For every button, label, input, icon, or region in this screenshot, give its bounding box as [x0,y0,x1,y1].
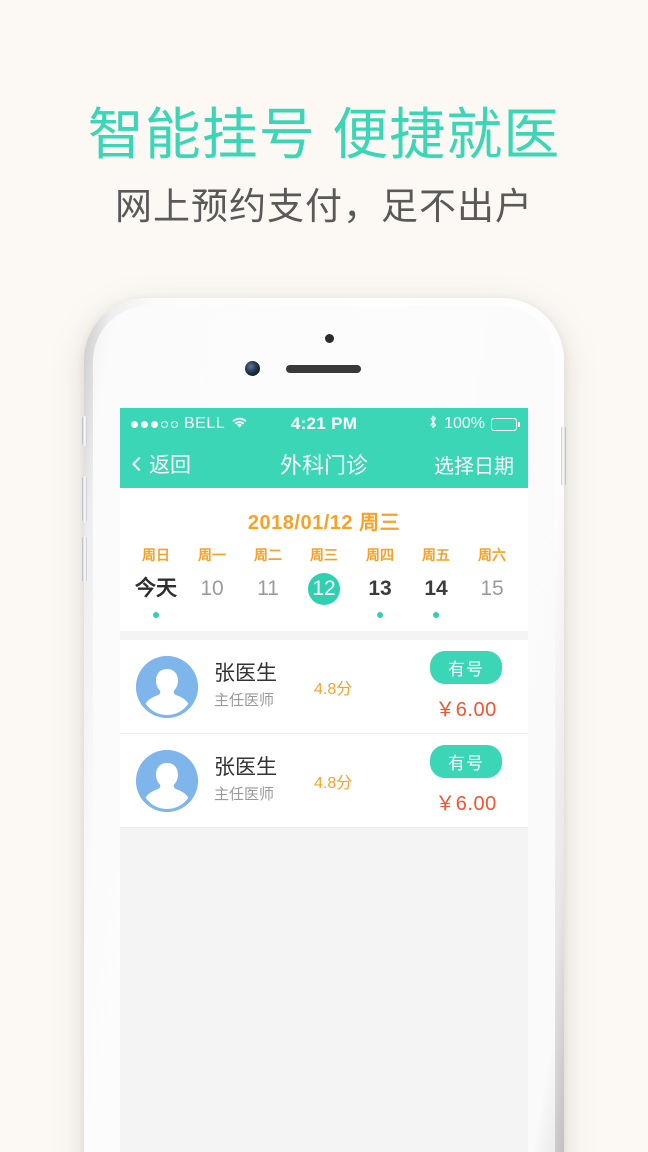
doctor-list: 张医生 主任医师 4.8分 有号 ￥6.00 张医生 主任医师 4.8分 有号 ￥6.00 [120,640,528,828]
page-title: 外科门诊 [280,453,369,478]
calendar-availability-dot-wrap [296,605,352,617]
battery-full-icon [491,417,521,431]
phone-screen: BELL 4:21 PM 100% 返回 外科门诊 选择日期 2018/01/1… [120,408,528,1152]
status-bar-clock: 4:21 PM [290,414,358,433]
calendar-day-grid: 周日 今天 周一 10 周二 11 周三 12 周四 13 周五 14 周六 15 [120,545,528,618]
calendar-day-number-wrap: 今天 [128,573,184,605]
battery-percent-label: 100% [444,415,486,432]
doctor-title: 主任医师 [214,786,275,803]
earpiece-speaker-icon [286,365,361,373]
signal-strength-icon [131,420,178,428]
calendar-availability-dot-wrap [184,605,240,617]
doctor-action-column: 有号 ￥6.00 [420,745,512,816]
calendar-weekday-label: 周三 [310,547,338,563]
calendar-day-number-wrap: 14 [408,573,464,605]
promo-header: 智能挂号 便捷就医 网上预约支付，足不出户 [0,0,648,290]
calendar-weekday-label: 周六 [478,547,506,563]
calendar-day-number[interactable]: 10 [196,573,228,605]
calendar-weekday-label: 周二 [254,547,282,563]
doctor-name: 张医生 [214,662,277,685]
calendar-availability-dot-wrap [408,605,464,618]
status-bar: BELL 4:21 PM 100% [120,408,528,440]
calendar-availability-dot-wrap [128,605,184,618]
doctor-info: 张医生 主任医师 [214,660,310,713]
calendar-weekday-label: 周日 [142,547,170,563]
calendar-day-cell[interactable]: 周六 15 [464,545,520,617]
doctor-row[interactable]: 张医生 主任医师 4.8分 有号 ￥6.00 [120,734,528,828]
nav-bar: 返回 外科门诊 选择日期 [120,440,528,488]
promo-title: 智能挂号 便捷就医 [87,103,561,166]
avatar [136,655,198,718]
calendar-day-number[interactable]: 13 [364,573,396,605]
calendar-availability-dot-icon [153,612,159,618]
volume-down-button[interactable] [82,536,87,582]
power-button[interactable] [561,426,566,486]
avatar [136,749,198,812]
front-camera-icon [245,361,260,376]
calendar-availability-dot-icon [377,612,383,618]
calendar-day-cell[interactable]: 周二 11 [240,545,296,617]
status-badge[interactable]: 有号 [430,745,502,778]
calendar-strip: 2018/01/12 周三 周日 今天 周一 10 周二 11 周三 12 周四 13 周五 14 周六… [120,488,528,631]
section-divider [120,631,528,640]
calendar-day-number[interactable]: 11 [252,573,284,605]
calendar-day-cell[interactable]: 周日 今天 [128,545,184,618]
calendar-day-number-wrap: 11 [240,573,296,605]
doctor-score: 4.8分 [314,680,353,698]
calendar-availability-dot-icon [433,612,439,618]
status-badge[interactable]: 有号 [430,651,502,684]
chevron-left-icon [131,456,147,471]
bluetooth-icon [428,414,438,435]
doctor-name: 张医生 [214,756,277,779]
calendar-day-number-wrap: 13 [352,573,408,605]
carrier-label: BELL [184,415,226,432]
calendar-availability-dot-wrap [240,605,296,617]
calendar-weekday-label: 周一 [198,547,226,563]
doctor-action-column: 有号 ￥6.00 [420,651,512,722]
calendar-day-number[interactable]: 今天 [135,573,177,605]
calendar-day-number[interactable]: 12 [308,573,340,605]
doctor-score: 4.8分 [314,774,353,792]
wifi-icon [231,414,248,434]
calendar-day-number-wrap: 10 [184,573,240,605]
phone-mockup: BELL 4:21 PM 100% 返回 外科门诊 选择日期 2018/01/1… [82,298,566,1152]
calendar-date-header: 2018/01/12 周三 [247,512,401,534]
calendar-day-cell[interactable]: 周四 13 [352,545,408,618]
doctor-row[interactable]: 张医生 主任医师 4.8分 有号 ￥6.00 [120,640,528,734]
calendar-availability-dot-wrap [352,605,408,618]
status-bar-right: 100% [357,414,521,435]
calendar-weekday-label: 周五 [422,547,450,563]
doctor-title: 主任医师 [214,692,275,709]
select-date-button[interactable]: 选择日期 [368,450,514,479]
promo-subtitle: 网上预约支付，足不出户 [115,186,533,227]
doctor-info: 张医生 主任医师 [214,754,310,807]
price-label: ￥6.00 [435,699,497,721]
calendar-day-cell[interactable]: 周五 14 [408,545,464,618]
calendar-day-cell[interactable]: 周一 10 [184,545,240,617]
calendar-day-number-wrap: 15 [464,573,520,605]
price-label: ￥6.00 [435,793,497,815]
status-bar-left: BELL [131,414,291,434]
calendar-day-number-wrap: 12 [296,573,352,605]
mute-switch-button[interactable] [82,416,87,446]
calendar-day-number[interactable]: 14 [420,573,452,605]
calendar-weekday-label: 周四 [366,547,394,563]
calendar-day-number[interactable]: 15 [476,573,508,605]
proximity-sensor-icon [325,334,334,343]
back-button[interactable]: 返回 [131,449,280,479]
calendar-day-cell[interactable]: 周三 12 [296,545,352,617]
calendar-availability-dot-wrap [464,605,520,617]
volume-up-button[interactable] [82,476,87,522]
back-button-label: 返回 [149,454,191,477]
